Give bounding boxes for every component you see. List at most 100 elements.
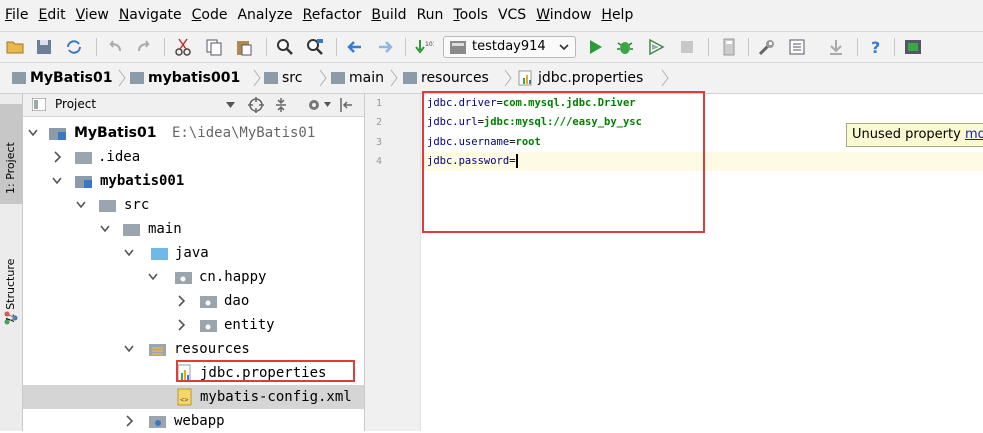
tree-node-dao[interactable]: dao	[23, 289, 364, 313]
project-view-icon	[32, 98, 46, 111]
save-icon[interactable]	[34, 37, 54, 57]
chevron-down-icon[interactable]	[99, 217, 111, 241]
menu-code[interactable]: Code	[187, 0, 233, 31]
breadcrumb-item-project[interactable]: MyBatis01	[12, 63, 112, 93]
tree-node-label: MyBatis01	[74, 125, 157, 141]
toolbar-separator	[336, 38, 337, 56]
module-icon	[130, 72, 144, 84]
menu-refactor[interactable]: Refactor	[298, 0, 367, 31]
breadcrumb-item-src[interactable]: src	[264, 63, 302, 93]
tab-project-label: 1: Project	[4, 142, 17, 194]
chevron-right-icon[interactable]	[51, 145, 63, 169]
tree-node-resources[interactable]: resources	[23, 337, 364, 361]
breadcrumb-item-file[interactable]: jdbc.properties	[518, 63, 643, 93]
module-icon	[12, 72, 26, 84]
view-dropdown-icon[interactable]	[226, 102, 235, 108]
copy-icon[interactable]	[204, 37, 224, 57]
chevron-right-icon[interactable]	[123, 409, 135, 433]
menu-navigate[interactable]: Navigate	[114, 0, 187, 31]
highlight-box-code	[422, 91, 705, 233]
project-tool-window: Project MyBatis01 E:\idea\MyBatis01 .ide…	[23, 94, 365, 431]
tab-project[interactable]: 1: Project	[0, 104, 22, 204]
menu-file[interactable]: File	[0, 0, 33, 31]
menu-tools[interactable]: Tools	[448, 0, 493, 31]
menu-view[interactable]: View	[71, 0, 114, 31]
settings-wrench-icon[interactable]	[757, 37, 777, 57]
chevron-down-icon[interactable]	[27, 121, 39, 145]
collapse-all-icon[interactable]	[273, 97, 289, 113]
gear-icon[interactable]	[306, 97, 322, 113]
chevron-right-icon[interactable]	[175, 313, 187, 337]
menu-window[interactable]: Window	[531, 0, 596, 31]
breadcrumb-item-main[interactable]: main	[331, 63, 384, 93]
svg-text:101: 101	[425, 41, 434, 48]
menu-edit[interactable]: Edit	[33, 0, 70, 31]
paste-icon[interactable]	[234, 37, 254, 57]
stop-icon[interactable]	[677, 37, 697, 57]
breadcrumb-separator-icon	[319, 69, 327, 87]
tree-node-main[interactable]: main	[23, 217, 364, 241]
project-panel-header: Project	[23, 94, 364, 117]
source-folder-icon	[151, 248, 168, 260]
tree-node-webapp[interactable]: webapp	[23, 409, 364, 433]
tree-node-entity[interactable]: entity	[23, 313, 364, 337]
menu-vcs[interactable]: VCS	[493, 0, 531, 31]
tooltip-more-link[interactable]: mo	[965, 127, 983, 142]
line-number: 3	[375, 137, 382, 148]
chevron-down-icon[interactable]	[147, 265, 159, 289]
chevron-right-icon[interactable]	[175, 289, 187, 313]
back-arrow-icon[interactable]	[345, 37, 365, 57]
tab-structure[interactable]: 7: Structure	[0, 214, 22, 324]
tree-node-src[interactable]: src	[23, 193, 364, 217]
help-icon[interactable]: ?	[866, 37, 886, 57]
project-structure-icon[interactable]	[787, 37, 807, 57]
undo-icon[interactable]	[105, 37, 125, 57]
menu-analyze[interactable]: Analyze	[232, 0, 297, 31]
hide-panel-icon[interactable]	[338, 97, 354, 113]
configuration-icon	[450, 41, 466, 54]
run-configuration-select[interactable]: testday914	[443, 36, 576, 58]
breadcrumb-item-module[interactable]: mybatis001	[130, 63, 240, 93]
forward-arrow-icon[interactable]	[375, 37, 395, 57]
menu-bar: File Edit View Navigate Code Analyze Ref…	[0, 0, 983, 32]
debug-icon[interactable]	[615, 37, 635, 57]
chevron-down-icon[interactable]	[75, 193, 87, 217]
redo-icon[interactable]	[134, 37, 154, 57]
tree-node-label: resources	[174, 341, 250, 357]
tree-node-java[interactable]: java	[23, 241, 364, 265]
attach-debugger-icon[interactable]	[719, 37, 739, 57]
tree-node-label: webapp	[174, 413, 225, 429]
coverage-icon[interactable]	[646, 37, 666, 57]
menu-run[interactable]: Run	[412, 0, 449, 31]
chevron-down-icon[interactable]	[123, 241, 135, 265]
download-icon[interactable]	[826, 37, 846, 57]
cut-icon[interactable]	[173, 37, 193, 57]
chevron-down-icon[interactable]	[51, 169, 63, 193]
open-folder-icon[interactable]	[5, 37, 25, 57]
xml-file-icon: <>	[177, 388, 192, 406]
tree-node-label: dao	[224, 293, 250, 309]
chevron-down-icon	[559, 44, 569, 51]
chevron-down-icon[interactable]	[123, 337, 135, 361]
find-icon[interactable]	[275, 37, 295, 57]
run-icon[interactable]	[585, 37, 605, 57]
tree-node-cn-happy[interactable]: cn.happy	[23, 265, 364, 289]
make-project-icon[interactable]: 101	[414, 37, 434, 57]
package-icon	[200, 320, 217, 332]
breadcrumb-item-resources[interactable]: resources	[403, 63, 489, 93]
tree-node-idea[interactable]: .idea	[23, 145, 364, 169]
tree-node-module[interactable]: mybatis001	[23, 169, 364, 193]
gear-dropdown-icon[interactable]	[324, 102, 331, 107]
terminal-icon[interactable]	[903, 37, 923, 57]
toolbar-separator	[96, 38, 97, 56]
sync-icon[interactable]	[64, 37, 84, 57]
replace-icon[interactable]	[305, 37, 325, 57]
menu-build[interactable]: Build	[366, 0, 411, 31]
folder-icon	[99, 200, 116, 212]
tree-node-project-root[interactable]: MyBatis01 E:\idea\MyBatis01	[23, 121, 364, 145]
toolbar-separator	[708, 38, 709, 56]
toolbar-separator	[405, 38, 406, 56]
menu-help[interactable]: Help	[596, 0, 638, 31]
tree-node-mybatis-config[interactable]: <> mybatis-config.xml	[23, 385, 364, 409]
locate-target-icon[interactable]	[248, 97, 264, 113]
